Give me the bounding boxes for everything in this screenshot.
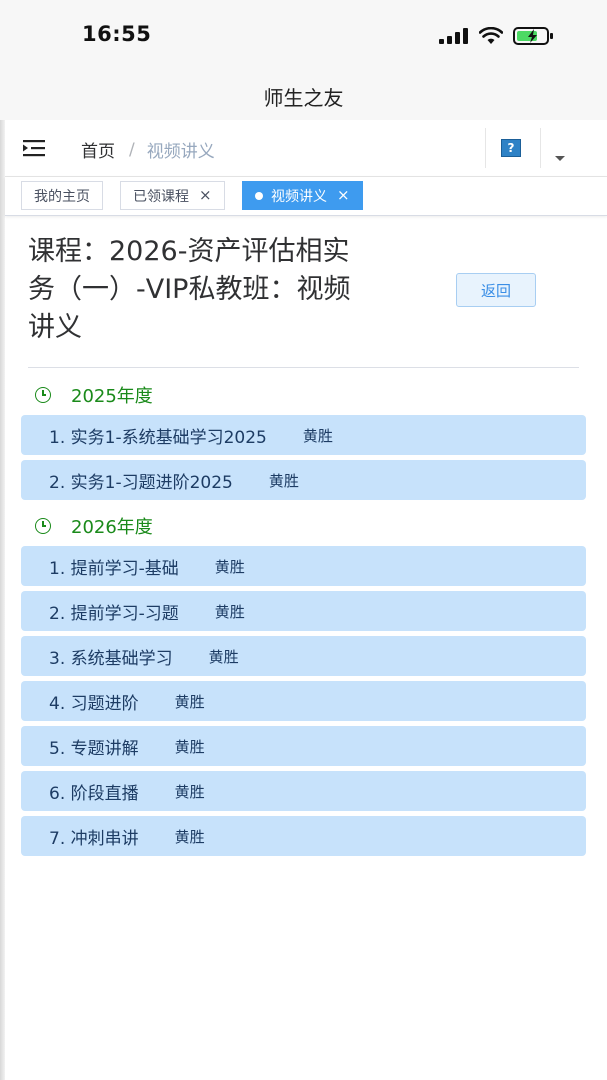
item-title: 5. 专题讲解 (49, 738, 139, 759)
divider (28, 367, 579, 368)
item-title: 1. 提前学习-基础 (49, 558, 179, 579)
clock-icon (35, 518, 51, 534)
app-header: 师生之友 (0, 72, 607, 120)
list-item[interactable]: 2. 提前学习-习题 黄胜 (21, 591, 586, 631)
item-teacher: 黄胜 (268, 471, 299, 490)
status-icons (439, 24, 555, 48)
item-teacher: 黄胜 (174, 827, 205, 846)
breadcrumb-home[interactable]: 首页 (81, 137, 115, 162)
menu-toggle-icon[interactable] (23, 138, 47, 158)
year-heading: 2026年度 (35, 513, 153, 539)
item-title: 1. 实务1-系统基础学习2025 (49, 427, 267, 448)
tag-claimed-courses[interactable]: 已领课程 × (120, 181, 225, 210)
page-title-line: 务（一）-VIP私教班：视频 (28, 274, 351, 305)
active-dot-icon (255, 191, 263, 200)
app-title: 师生之友 (263, 86, 344, 110)
tags-view: 我的主页 已领课程 × 视频讲义 × (5, 177, 607, 216)
item-teacher: 黄胜 (214, 602, 245, 621)
close-icon[interactable]: × (199, 188, 212, 203)
item-teacher: 黄胜 (302, 426, 333, 445)
breadcrumb-separator: / (129, 139, 135, 160)
list-item[interactable]: 4. 习题进阶 黄胜 (21, 681, 586, 721)
list-item[interactable]: 7. 冲刺串讲 黄胜 (21, 816, 586, 856)
clock-icon (35, 387, 51, 403)
navbar-divider (485, 128, 486, 168)
list-item[interactable]: 6. 阶段直播 黄胜 (21, 771, 586, 811)
sidebar-edge (0, 120, 5, 1080)
page-title-line: 讲义 (28, 312, 82, 343)
year-heading: 2025年度 (35, 382, 153, 408)
tag-label: 我的主页 (34, 188, 90, 205)
navbar: 首页 / 视频讲义 ? (5, 120, 607, 177)
navbar-divider (540, 128, 541, 168)
status-time: 16:55 (82, 22, 152, 46)
item-title: 6. 阶段直播 (49, 783, 139, 804)
item-teacher: 黄胜 (174, 737, 205, 756)
page-title: 课程：2026-资产评估相实 务（一）-VIP私教班：视频 讲义 (28, 233, 453, 347)
item-title: 7. 冲刺串讲 (49, 828, 139, 849)
breadcrumb-current: 视频讲义 (146, 142, 215, 162)
item-title: 3. 系统基础学习 (49, 648, 173, 669)
tag-label: 视频讲义 (271, 188, 327, 205)
item-teacher: 黄胜 (208, 647, 239, 666)
status-bar: 16:55 (0, 0, 607, 72)
signal-icon (439, 28, 468, 44)
item-title: 2. 提前学习-习题 (49, 603, 179, 624)
tag-video-handouts[interactable]: 视频讲义 × (242, 181, 363, 210)
return-button[interactable]: 返回 (456, 273, 536, 307)
year-label: 2025年度 (71, 386, 153, 407)
list-item[interactable]: 3. 系统基础学习 黄胜 (21, 636, 586, 676)
wifi-icon (479, 27, 503, 44)
item-teacher: 黄胜 (214, 557, 245, 576)
user-dropdown-caret-icon[interactable] (555, 156, 565, 161)
item-title: 4. 习题进阶 (49, 693, 139, 714)
list-item[interactable]: 1. 实务1-系统基础学习2025 黄胜 (21, 415, 586, 455)
battery-charging-icon (513, 27, 553, 45)
year-label: 2026年度 (71, 517, 153, 538)
tag-my-home[interactable]: 我的主页 (21, 181, 103, 210)
list-item[interactable]: 5. 专题讲解 黄胜 (21, 726, 586, 766)
page-title-line: 课程：2026-资产评估相实 (28, 236, 350, 267)
list-item[interactable]: 1. 提前学习-基础 黄胜 (21, 546, 586, 586)
item-teacher: 黄胜 (174, 782, 205, 801)
tag-label: 已领课程 (133, 188, 189, 205)
breadcrumb: 首页 / 视频讲义 (81, 137, 215, 163)
item-title: 2. 实务1-习题进阶2025 (49, 472, 233, 493)
item-teacher: 黄胜 (174, 692, 205, 711)
help-icon[interactable]: ? (501, 139, 521, 157)
list-item[interactable]: 2. 实务1-习题进阶2025 黄胜 (21, 460, 586, 500)
close-icon[interactable]: × (337, 188, 350, 203)
